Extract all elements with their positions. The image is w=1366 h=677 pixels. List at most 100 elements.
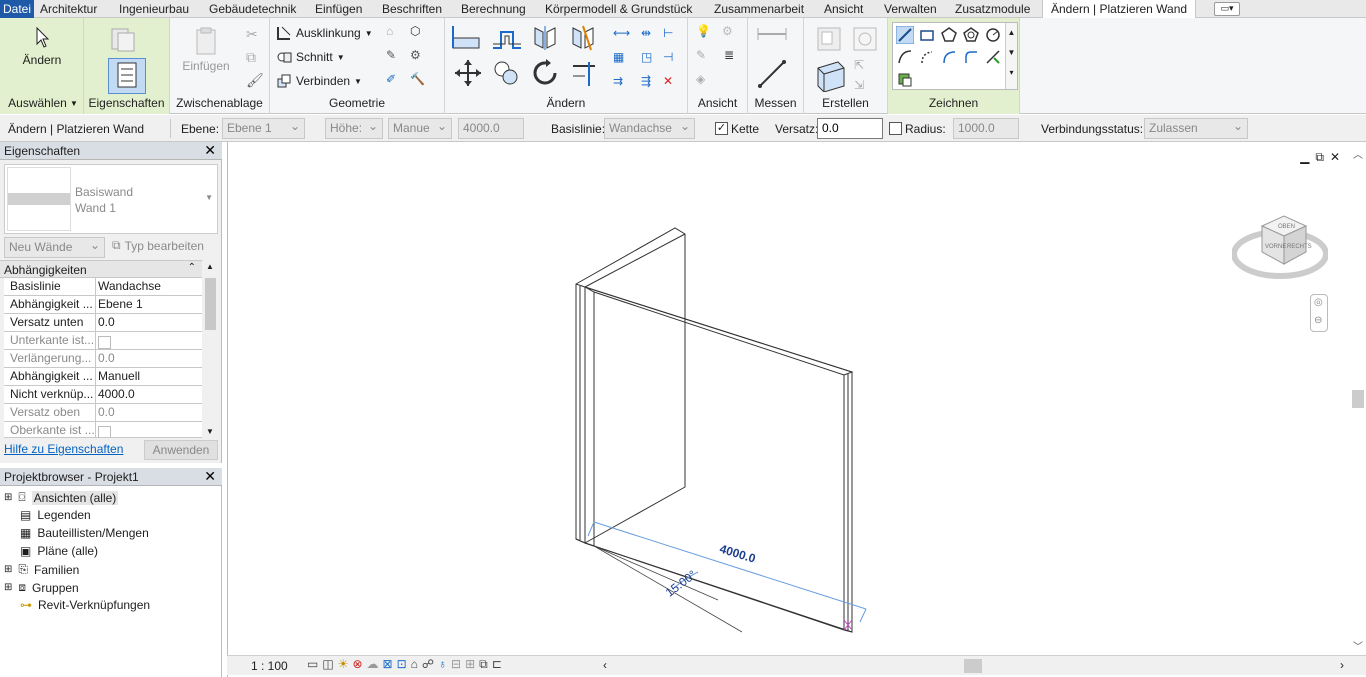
prop-value[interactable]: Manuell	[98, 368, 140, 384]
cut-icon[interactable]: ✂	[246, 26, 264, 44]
split-element-icon[interactable]: ⟷	[613, 26, 631, 44]
rectangle-draw-icon[interactable]	[918, 26, 936, 44]
scroll-thumb[interactable]	[205, 278, 216, 330]
viewcube[interactable]: OBEN VORNE RECHTS	[1231, 206, 1329, 286]
tree-item-legenden[interactable]: ▤ Legenden	[20, 508, 91, 522]
expand-icon[interactable]: ⊞	[4, 492, 12, 503]
prop-value[interactable]	[98, 422, 111, 437]
polygon-inscribed-icon[interactable]	[940, 26, 958, 44]
tab-einfuegen[interactable]: Einfügen	[315, 2, 362, 16]
angle-dimension[interactable]: 15.00°	[663, 567, 699, 599]
polygon-circumscribed-icon[interactable]	[962, 26, 980, 44]
create-group-icon[interactable]	[850, 24, 880, 54]
prop-value[interactable]: 0.0	[98, 314, 115, 330]
prop-value[interactable]: 0.0	[98, 350, 115, 366]
scroll-down-icon[interactable]: ﹀	[1353, 638, 1363, 653]
versatz-input[interactable]: 0.0	[817, 118, 883, 139]
tree-item-bauteillisten[interactable]: ▦ Bauteillisten/Mengen	[20, 526, 149, 540]
radius-checkbox[interactable]	[889, 122, 902, 135]
offset-icon[interactable]	[491, 24, 523, 52]
dimension-icon[interactable]	[756, 58, 788, 90]
match-properties-icon[interactable]: 🖌	[246, 72, 264, 90]
arc-fillet-icon[interactable]	[962, 48, 980, 66]
measure-icon[interactable]	[756, 26, 788, 42]
demolish-icon[interactable]: ⚙	[410, 48, 428, 66]
linework-icon[interactable]: ✎	[696, 48, 714, 66]
temporary-hide-icon[interactable]: ☍	[422, 657, 434, 672]
crop-region-icon[interactable]: ⊡	[397, 657, 407, 672]
scroll-left-icon[interactable]: ‹	[603, 658, 607, 672]
crop-view-icon[interactable]: ⊠	[383, 657, 393, 672]
schnitt-button[interactable]: Schnitt ▼	[276, 47, 345, 67]
sun-path-icon[interactable]: ☀	[338, 657, 349, 672]
ribbon-minimize-icon[interactable]: ▭▾	[1214, 2, 1240, 16]
group-header[interactable]: Abhängigkeiten ⌃	[0, 260, 202, 278]
tab-ingenieurbau[interactable]: Ingenieurbau	[119, 2, 189, 16]
scroll-up-icon[interactable]: ︿	[1353, 146, 1363, 161]
hoehe-select[interactable]: Höhe:	[325, 118, 383, 139]
reveal-hidden-icon[interactable]: ♁	[438, 657, 447, 672]
scale-value[interactable]: 1 : 100	[251, 659, 288, 673]
arc-center-icon[interactable]	[918, 48, 936, 66]
tab-zusatzmodule[interactable]: Zusatzmodule	[955, 2, 1030, 16]
vertical-scrollbar[interactable]: ︿ ﹀	[1349, 142, 1366, 655]
prop-value[interactable]: 0.0	[98, 404, 115, 420]
help-link[interactable]: Hilfe zu Eigenschaften	[4, 442, 123, 456]
type-selector[interactable]: Basiswand Wand 1 ▼	[4, 164, 218, 234]
tab-verwalten[interactable]: Verwalten	[884, 2, 937, 16]
pick-icon[interactable]: ✐	[386, 72, 404, 90]
prop-checkbox[interactable]	[98, 336, 111, 349]
tab-beschriften[interactable]: Beschriften	[382, 2, 442, 16]
array-create-icon[interactable]: ⇲	[854, 78, 872, 96]
unlock-3d-icon[interactable]: ⌂	[411, 657, 418, 672]
gallery-scroll[interactable]: ▲ ▼ ▾	[1005, 23, 1017, 89]
close-icon[interactable]: ✕	[204, 142, 216, 159]
instance-filter-select[interactable]: Neu Wände	[4, 237, 105, 258]
length-dimension[interactable]: 4000.0	[718, 542, 758, 566]
radius-input[interactable]: 1000.0	[953, 118, 1019, 139]
line-style-icon[interactable]: ≣	[724, 48, 742, 66]
tree-item-plaene[interactable]: ▣ Pläne (alle)	[20, 544, 98, 558]
create-part-icon[interactable]	[814, 24, 844, 54]
pick-faces-icon[interactable]	[896, 70, 914, 88]
properties-toggle-button[interactable]	[108, 58, 146, 94]
horizontal-scroll-thumb[interactable]	[964, 659, 982, 673]
delete-icon[interactable]: ✕	[663, 74, 681, 92]
lightbulb-icon[interactable]: 💡	[696, 24, 714, 42]
analytical-model-icon[interactable]: ⧉	[479, 657, 488, 672]
collapse-icon[interactable]: ⌃	[188, 262, 196, 273]
prop-value[interactable]: Ebene 1	[98, 296, 143, 312]
expand-icon[interactable]: ⊞	[4, 582, 12, 593]
ebene-select[interactable]: Ebene 1	[222, 118, 305, 139]
tree-item-revit-links[interactable]: ⊶ Revit-Verknüpfungen	[20, 598, 150, 612]
pick-lines-icon[interactable]	[984, 48, 1002, 66]
expand-icon[interactable]: ⊞	[4, 564, 12, 575]
arc-tangent-icon[interactable]	[940, 48, 958, 66]
drawing-area[interactable]: ▁ ⧉ ✕ 4000.0 15.00° OBEN VORNE RECHTS ◎ …	[227, 142, 1366, 677]
tab-koerpermodell[interactable]: Körpermodell & Grundstück	[545, 2, 692, 16]
visual-style-icon[interactable]: ◫	[322, 657, 333, 672]
pin-icon[interactable]: ⇉	[613, 74, 631, 92]
tab-gebaeudetechnik[interactable]: Gebäudetechnik	[209, 2, 296, 16]
circle-draw-icon[interactable]	[984, 26, 1002, 44]
tab-zusammenarbeit[interactable]: Zusammenarbeit	[714, 2, 804, 16]
create-similar-icon[interactable]	[814, 58, 848, 92]
wall-joins-icon[interactable]: ⌂	[386, 24, 404, 42]
tree-item-ansichten[interactable]: ⊞ ⌼ Ansichten (alle)	[4, 490, 119, 505]
trim-extend-icon[interactable]	[569, 58, 599, 88]
copy-to-icon[interactable]: ⇱	[854, 58, 872, 76]
prop-value[interactable]: Wandachse	[98, 278, 161, 294]
temporary-props-icon[interactable]: ⊟	[451, 657, 461, 672]
copy-icon[interactable]: ⧉	[246, 49, 264, 67]
copy-element-icon[interactable]	[491, 58, 521, 88]
close-icon[interactable]: ✕	[204, 468, 216, 485]
verbinden-button[interactable]: Verbinden ▼	[276, 71, 362, 91]
align-small-icon[interactable]: ⊢	[663, 26, 681, 44]
dropdown-arrow-icon[interactable]: ▼	[70, 99, 78, 108]
paste-button[interactable]: Einfügen	[180, 26, 232, 73]
render-icon[interactable]: ☁	[367, 657, 379, 672]
tree-item-gruppen[interactable]: ⊞ ⧈ Gruppen	[4, 580, 79, 595]
type-properties-icon[interactable]	[108, 26, 138, 54]
verbindung-select[interactable]: Zulassen	[1144, 118, 1248, 139]
tab-aendern-platzieren-wand[interactable]: Ändern | Platzieren Wand	[1042, 0, 1197, 19]
